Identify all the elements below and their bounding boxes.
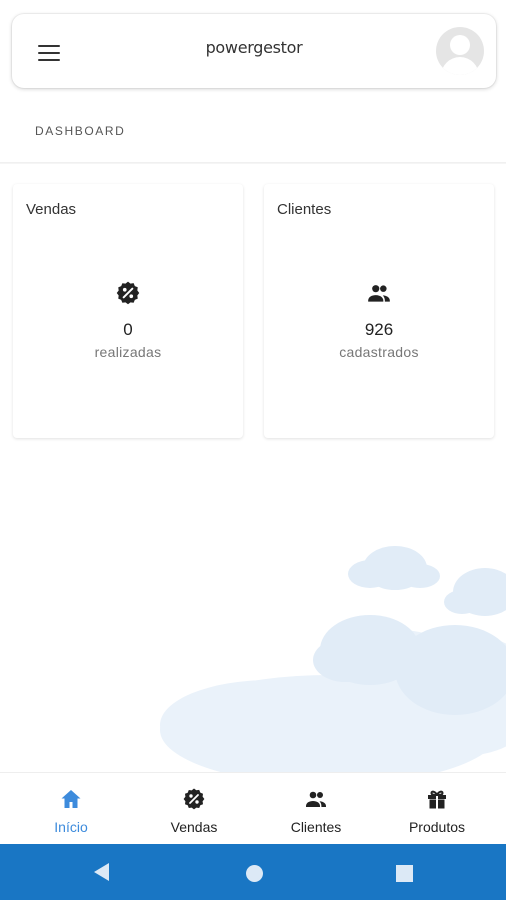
bottom-navigation: Início Vendas Clientes Produtos — [0, 772, 506, 844]
clients-count: 926 — [364, 320, 394, 339]
nav-item-vendas[interactable]: Vendas — [131, 773, 257, 845]
clients-card-title: Clientes — [277, 201, 332, 218]
nav-item-produtos[interactable]: Produtos — [374, 773, 500, 845]
discount-badge-icon — [13, 280, 243, 306]
top-app-bar: powergestor — [12, 14, 496, 88]
sales-card[interactable]: Vendas 0 realizadas — [13, 184, 243, 438]
people-icon — [253, 787, 379, 811]
nav-label-clientes: Clientes — [290, 819, 342, 835]
recent-apps-icon[interactable] — [396, 865, 413, 882]
system-navigation-bar — [0, 844, 506, 900]
header-divider — [0, 162, 506, 164]
people-icon — [264, 280, 494, 306]
nav-item-inicio[interactable]: Início — [8, 773, 134, 845]
nav-label-vendas: Vendas — [170, 819, 218, 835]
app-brand: powergestor — [205, 38, 303, 57]
sales-label: realizadas — [94, 344, 162, 360]
nav-label-inicio: Início — [54, 819, 88, 835]
home-icon — [8, 787, 134, 811]
sales-count: 0 — [123, 320, 133, 339]
clouds-illustration — [160, 546, 506, 780]
nav-item-clientes[interactable]: Clientes — [253, 773, 379, 845]
discount-badge-icon — [131, 787, 257, 811]
back-icon[interactable] — [94, 863, 109, 881]
home-button-icon[interactable] — [246, 865, 263, 882]
sales-card-title: Vendas — [26, 201, 77, 218]
clients-card[interactable]: Clientes 926 cadastrados — [264, 184, 494, 438]
clients-label: cadastrados — [339, 344, 419, 360]
page-title: DASHBOARD — [35, 124, 126, 138]
nav-label-produtos: Produtos — [408, 819, 466, 835]
gift-icon — [374, 787, 500, 811]
avatar[interactable] — [436, 27, 484, 75]
